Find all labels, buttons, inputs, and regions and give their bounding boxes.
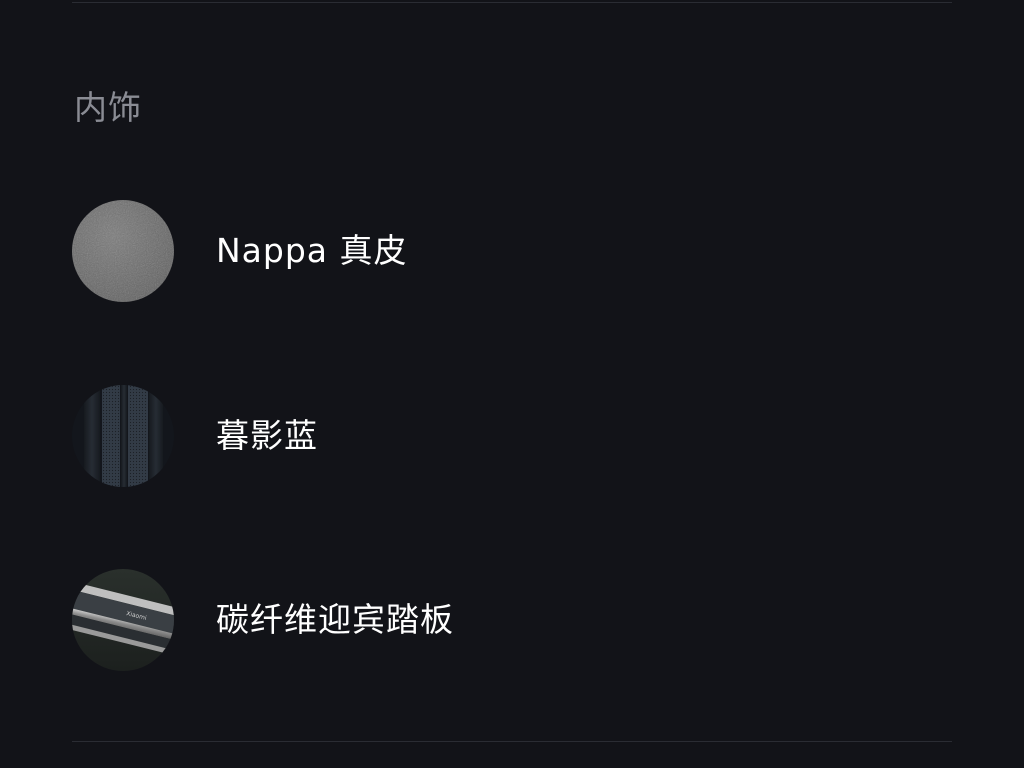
option-label: Nappa 真皮	[216, 231, 408, 270]
option-label: 碳纤维迎宾踏板	[216, 600, 454, 639]
option-nappa-leather[interactable]: Nappa 真皮	[72, 199, 952, 303]
bottom-divider	[72, 741, 952, 742]
option-label: 暮影蓝	[216, 416, 318, 455]
option-carbon-sill-plate[interactable]: Xiaomi 碳纤维迎宾踏板	[72, 568, 952, 672]
carbon-sill-plate-swatch-icon: Xiaomi	[72, 569, 174, 671]
interior-options-panel: 内饰 Nappa 真皮 暮影蓝 Xiaomi 碳纤维迎宾踏板	[0, 0, 1024, 768]
dusk-blue-swatch-icon	[72, 385, 174, 487]
top-divider	[72, 2, 952, 3]
option-dusk-blue[interactable]: 暮影蓝	[72, 384, 952, 488]
section-title: 内饰	[74, 88, 142, 127]
nappa-leather-swatch-icon	[72, 200, 174, 302]
